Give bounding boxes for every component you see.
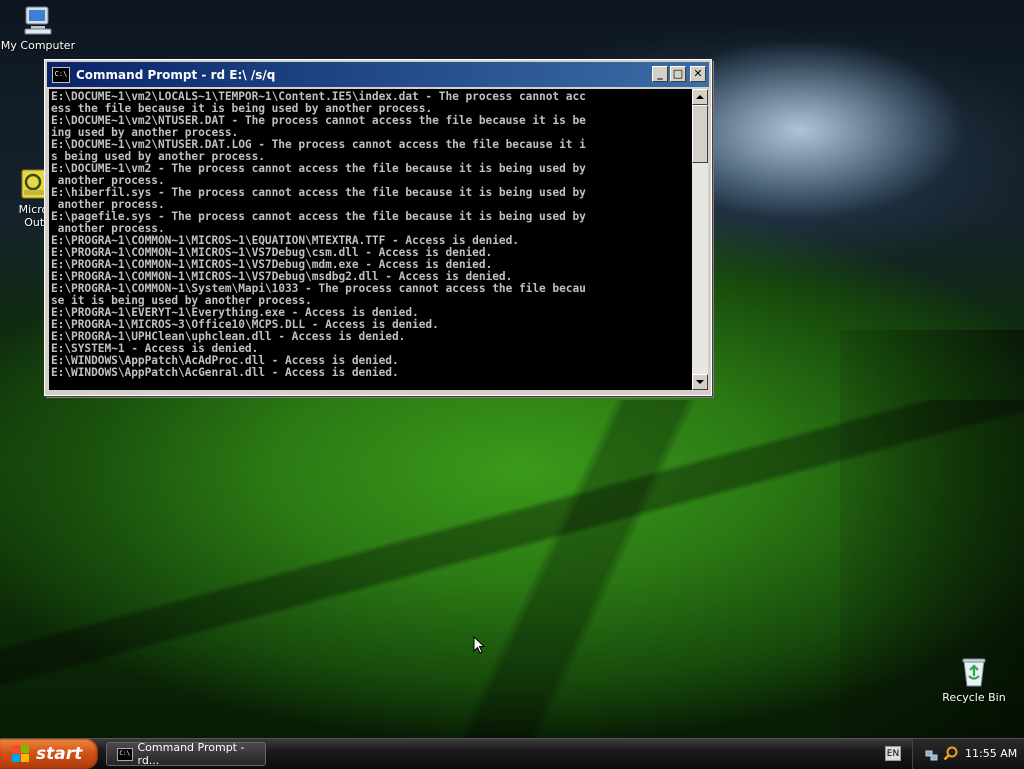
scroll-thumb[interactable] <box>692 105 708 163</box>
console-scrollbar[interactable] <box>692 89 708 390</box>
desktop-icon-my-computer[interactable]: My Computer <box>0 4 76 52</box>
system-tray: 11:55 AM <box>912 739 1024 769</box>
windows-logo-icon <box>12 745 30 763</box>
arrow-down-icon <box>696 380 704 384</box>
command-prompt-window[interactable]: C:\ Command Prompt - rd E:\ /s/q _ □ ✕ E… <box>44 59 712 396</box>
close-button[interactable]: ✕ <box>690 66 706 82</box>
taskbar-item-label: Command Prompt - rd... <box>137 741 245 767</box>
network-icon[interactable] <box>925 747 938 761</box>
maximize-button[interactable]: □ <box>670 66 686 82</box>
scroll-up-button[interactable] <box>692 89 708 105</box>
taskbar: start C:\ Command Prompt - rd... EN 11:5… <box>0 738 1024 769</box>
desktop-icon-label: My Computer <box>0 39 76 52</box>
window-title: Command Prompt - rd E:\ /s/q <box>76 67 276 82</box>
command-prompt-icon: C:\ <box>117 747 133 761</box>
mouse-cursor-icon <box>473 635 486 654</box>
desktop-icon-label: Recycle Bin <box>942 691 1006 704</box>
desktop-icon-recycle-bin[interactable]: Recycle Bin <box>936 656 1012 704</box>
window-controls: _ □ ✕ <box>652 66 706 82</box>
arrow-up-icon <box>696 95 704 99</box>
my-computer-icon <box>22 4 54 36</box>
window-titlebar[interactable]: C:\ Command Prompt - rd E:\ /s/q _ □ ✕ <box>47 62 709 87</box>
minimize-button[interactable]: _ <box>652 66 668 82</box>
recycle-bin-icon <box>958 656 990 688</box>
start-button[interactable]: start <box>0 739 98 769</box>
wallpaper-shadow <box>0 400 1024 740</box>
search-icon[interactable] <box>943 746 958 761</box>
console-line: E:\WINDOWS\AppPatch\AcGenral.dll - Acces… <box>51 366 399 379</box>
language-indicator[interactable]: EN <box>885 746 901 761</box>
start-label: start <box>36 744 83 764</box>
console-output[interactable]: E:\DOCUME~1\vm2\LOCALS~1\TEMPOR~1\Conten… <box>49 89 692 390</box>
command-prompt-icon: C:\ <box>52 66 70 83</box>
taskbar-item-command-prompt[interactable]: C:\ Command Prompt - rd... <box>106 741 266 767</box>
clock[interactable]: 11:55 AM <box>965 747 1017 760</box>
scroll-down-button[interactable] <box>692 374 708 390</box>
